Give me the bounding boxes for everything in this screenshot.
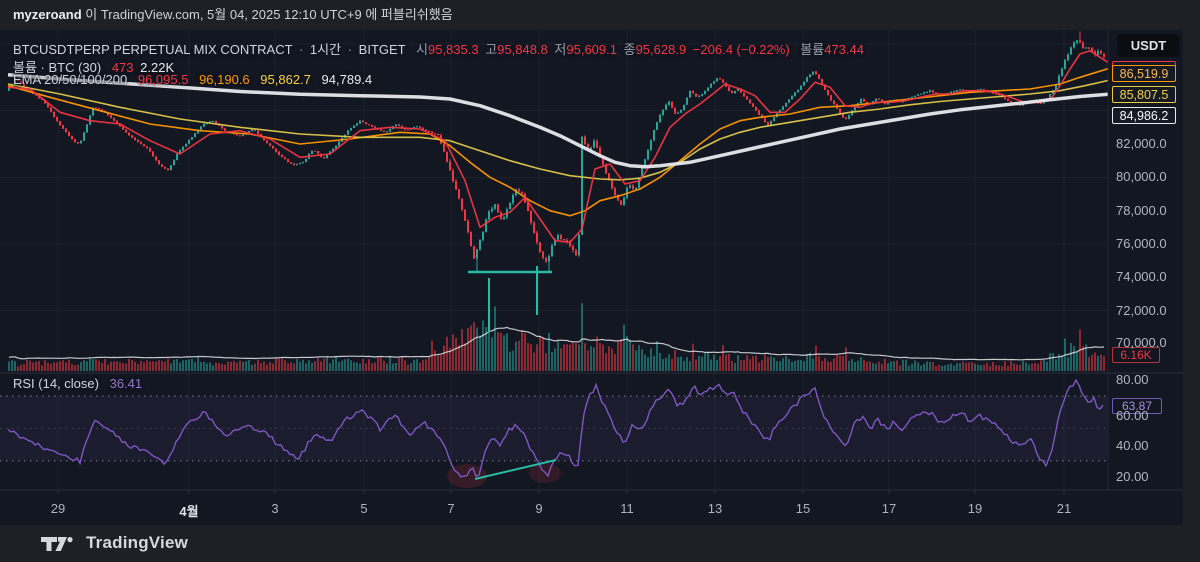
time-axis-label: 17 xyxy=(881,501,897,516)
tradingview-snapshot-page: myzeroand 이 TradingView.com, 5월 04, 2025… xyxy=(0,0,1200,562)
time-axis-label: 15 xyxy=(795,501,811,516)
price-scale-label: 78,000.0 xyxy=(1116,203,1167,218)
open-value: 95,835.3 xyxy=(427,42,479,57)
chart-canvas[interactable] xyxy=(0,30,1183,525)
price-scale-label: 76,000.0 xyxy=(1116,236,1167,251)
high-value: 95,848.8 xyxy=(497,42,548,57)
high-label: 고 xyxy=(485,42,498,57)
low-label: 저 xyxy=(554,42,567,57)
volume-label: 볼륨 xyxy=(800,42,825,57)
price-scale-label: 82,000.0 xyxy=(1116,136,1167,151)
close-value: 95,628.9 xyxy=(635,42,687,57)
time-axis-label: 9 xyxy=(535,501,543,516)
rsi-scale-label: 40.00 xyxy=(1116,438,1149,453)
interval-label: 1시간 xyxy=(309,42,342,57)
ema200-value: 94,789.4 xyxy=(321,72,373,87)
legend-dot: · xyxy=(298,42,304,57)
footer-bar: TradingView xyxy=(0,525,1200,562)
volume-value: 473.44 xyxy=(824,42,864,57)
ema20-value: 96,095.5 xyxy=(137,72,189,87)
ema100-value: 95,862.7 xyxy=(260,72,311,87)
time-axis-label: 4월 xyxy=(179,504,199,519)
rsi-indicator-name: RSI (14, close) xyxy=(13,376,99,391)
time-axis-label: 19 xyxy=(967,501,983,516)
time-axis-label: 13 xyxy=(707,501,723,516)
rsi-scale-label: 80.00 xyxy=(1116,372,1149,387)
open-label: 시 xyxy=(416,42,428,57)
exchange-label: BITGET xyxy=(358,42,406,57)
ema200-line xyxy=(7,73,1109,169)
rsi-current-value: 36.41 xyxy=(109,376,143,391)
symbol-title: BTCUSDTPERP PERPETUAL MIX CONTRACT xyxy=(13,42,293,57)
tradingview-logo-icon xyxy=(40,536,80,557)
ema200-price-badge: 84,986.2 xyxy=(1112,107,1176,124)
close-label: 종 xyxy=(623,42,636,57)
publisher-username[interactable]: myzeroand xyxy=(13,7,82,22)
time-axis-label: 11 xyxy=(620,501,634,516)
currency-toggle-button[interactable]: USDT xyxy=(1117,34,1180,57)
time-axis-label: 7 xyxy=(447,501,455,516)
rsi-scale-label: 20.00 xyxy=(1116,469,1149,484)
volume-bars xyxy=(8,303,1105,371)
volume-ma-line xyxy=(8,326,1105,361)
time-axis-label: 29 xyxy=(50,501,66,516)
rsi-scale-label: 60.00 xyxy=(1116,408,1149,423)
main-legend-row[interactable]: BTCUSDTPERP PERPETUAL MIX CONTRACT · 1시간… xyxy=(13,39,864,58)
rsi-bands xyxy=(0,395,1108,462)
publish-bar: myzeroand 이 TradingView.com, 5월 04, 2025… xyxy=(0,0,1200,30)
change-value: −206.4 (−0.22%) xyxy=(692,42,790,57)
publish-info-text: 이 TradingView.com, 5월 04, 2025 12:10 UTC… xyxy=(81,7,453,22)
rsi-legend-row[interactable]: RSI (14, close) 36.41 xyxy=(13,376,142,391)
time-axis-label: 3 xyxy=(271,501,279,516)
price-scale-label: 70,000.0 xyxy=(1116,335,1167,350)
tradingview-brand-text: TradingView xyxy=(86,533,189,552)
ema50-line xyxy=(7,67,1109,217)
ema100-price-badge: 85,807.5 xyxy=(1112,86,1176,103)
ema50-price-badge: 86,519.9 xyxy=(1112,65,1176,82)
right-margin-strip xyxy=(1183,30,1200,525)
ema-legend-row[interactable]: EMA 20/50/100/200 96,095.5 96,190.6 95,8… xyxy=(13,72,372,87)
legend-dot: · xyxy=(347,42,353,57)
ema50-value: 96,190.6 xyxy=(199,72,250,87)
price-scale-label: 72,000.0 xyxy=(1116,303,1167,318)
time-axis-label: 21 xyxy=(1056,501,1072,516)
price-scale-label: 80,000.0 xyxy=(1116,169,1167,184)
price-scale-label: 74,000.0 xyxy=(1116,269,1167,284)
time-axis-label: 5 xyxy=(360,501,368,516)
ema-indicator-name: EMA 20/50/100/200 xyxy=(13,72,128,87)
low-value: 95,609.1 xyxy=(566,42,617,57)
